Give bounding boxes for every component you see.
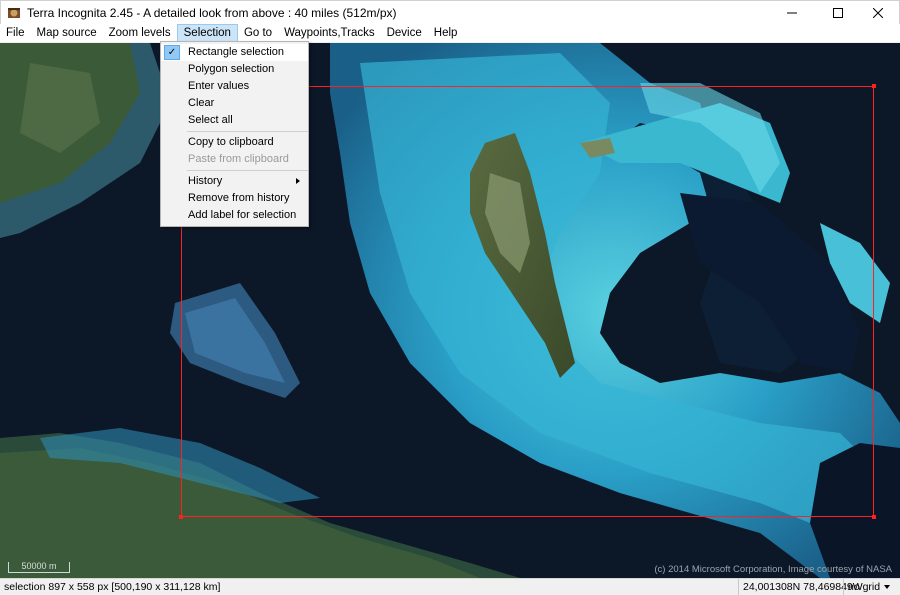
grid-mode-select[interactable]: no grid (843, 579, 900, 595)
selection-dropdown-menu: ✓ Rectangle selection Polygon selection … (160, 41, 309, 227)
map-copyright: (c) 2014 Microsoft Corporation, Image co… (654, 564, 892, 575)
selection-handle-top-right[interactable] (872, 84, 876, 88)
menu-map-source[interactable]: Map source (31, 24, 103, 43)
menu-separator (187, 131, 308, 132)
menu-help[interactable]: Help (428, 24, 464, 43)
status-bar: selection 897 x 558 px [500,190 x 311,12… (0, 578, 900, 595)
close-icon (873, 8, 883, 18)
close-button[interactable] (855, 1, 900, 25)
satellite-map[interactable]: 50000 m (c) 2014 Microsoft Corporation, … (0, 43, 900, 578)
menu-item-remove-from-history[interactable]: Remove from history (161, 190, 308, 207)
menu-item-label: Remove from history (188, 192, 290, 204)
menu-device[interactable]: Device (381, 24, 428, 43)
menu-item-history[interactable]: History (161, 173, 308, 190)
menu-item-label: Clear (188, 97, 215, 109)
chevron-down-icon (884, 585, 891, 590)
menu-item-label: Paste from clipboard (188, 153, 289, 165)
menu-item-select-all[interactable]: Select all (161, 112, 308, 129)
menu-item-rectangle-selection[interactable]: ✓ Rectangle selection (161, 44, 308, 61)
menu-item-label: History (188, 175, 223, 187)
menu-item-label: Rectangle selection (188, 46, 285, 58)
submenu-arrow-icon (296, 178, 300, 184)
menu-item-label: Add label for selection (188, 209, 297, 221)
menu-item-label: Enter values (188, 80, 250, 92)
globe-app-icon (8, 8, 20, 18)
menu-item-label: Polygon selection (188, 63, 275, 75)
menu-separator (187, 170, 308, 171)
minimize-button[interactable] (769, 1, 815, 25)
menu-item-copy-to-clipboard[interactable]: Copy to clipboard (161, 134, 308, 151)
menu-bar: File Map source Zoom levels Selection Go… (0, 24, 900, 43)
menu-item-label: Select all (188, 114, 233, 126)
menu-item-polygon-selection[interactable]: Polygon selection (161, 61, 308, 78)
selection-handle-bottom-right[interactable] (872, 515, 876, 519)
menu-item-add-label-for-selection[interactable]: Add label for selection (161, 207, 308, 224)
menu-item-enter-values[interactable]: Enter values (161, 78, 308, 95)
menu-item-paste-from-clipboard: Paste from clipboard (161, 151, 308, 168)
menu-item-clear[interactable]: Clear (161, 95, 308, 112)
check-icon: ✓ (164, 45, 180, 60)
selection-info: selection 897 x 558 px [500,190 x 311,12… (4, 581, 221, 593)
grid-mode-value: no grid (848, 581, 881, 593)
map-scale-bar: 50000 m (8, 562, 70, 573)
minimize-icon (787, 12, 797, 14)
menu-item-label: Copy to clipboard (188, 136, 274, 148)
selection-handle-bottom-left[interactable] (179, 515, 183, 519)
window-title: Terra Incognita 2.45 - A detailed look f… (27, 6, 397, 20)
menu-file[interactable]: File (0, 24, 31, 43)
title-bar: Terra Incognita 2.45 - A detailed look f… (0, 0, 900, 24)
maximize-icon (833, 8, 843, 18)
